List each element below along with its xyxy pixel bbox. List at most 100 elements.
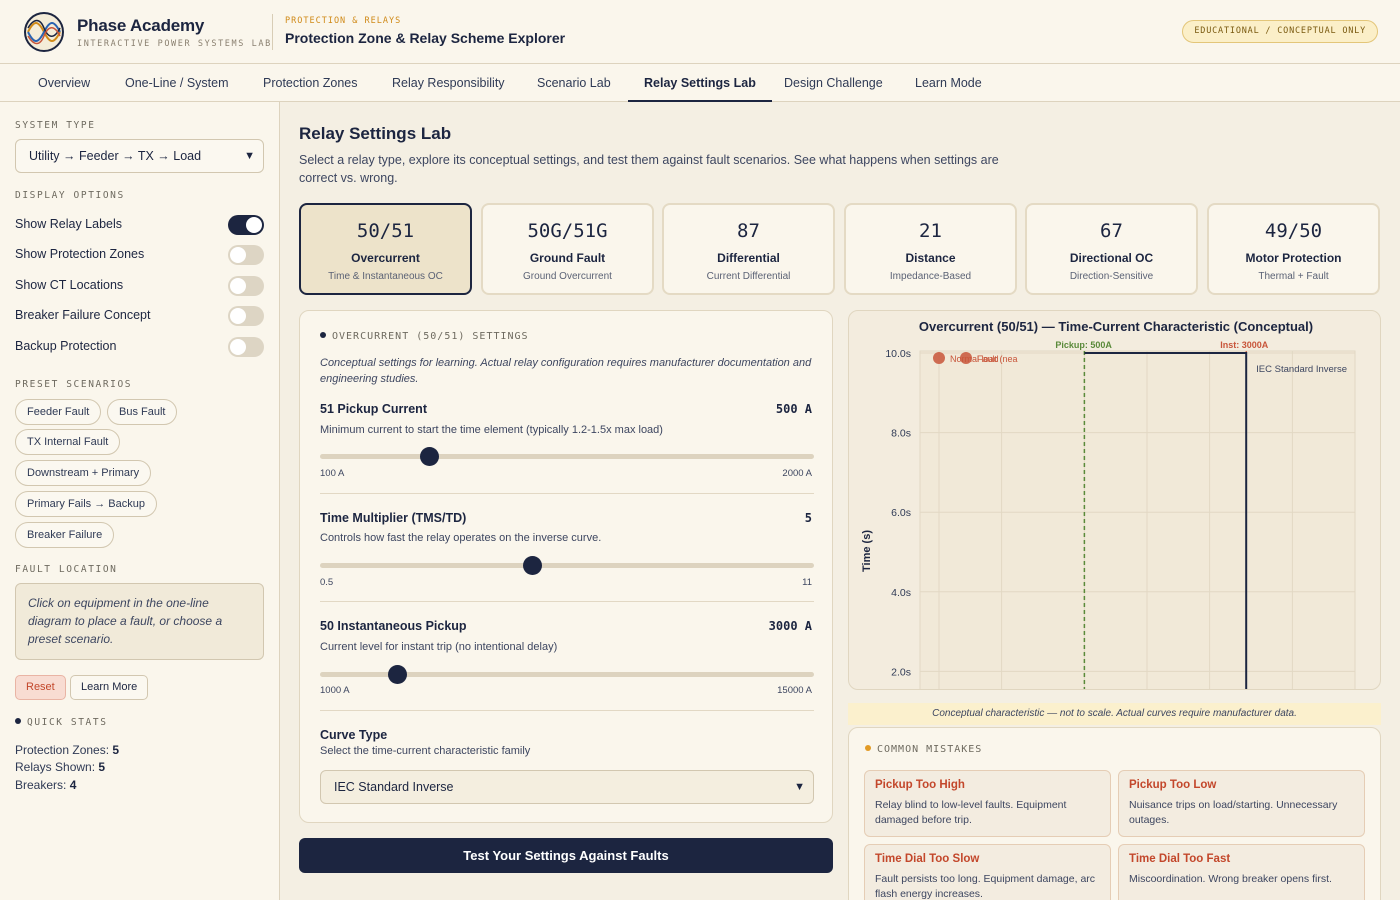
pickup-current-max: 2000 A bbox=[782, 468, 812, 479]
display-options-heading: DISPLAY OPTIONS bbox=[15, 190, 125, 201]
system-type-heading: SYSTEM TYPE bbox=[15, 120, 96, 131]
mistake-card: Pickup Too High Relay blind to low-level… bbox=[864, 770, 1111, 837]
system-type-select[interactable]: Utility → Feeder → TX → Load ▼ bbox=[15, 139, 264, 173]
stat-breakers: Breakers: 4 bbox=[15, 778, 76, 792]
chart-title: Overcurrent (50/51) — Time-Current Chara… bbox=[919, 319, 1313, 334]
relay-code: 67 bbox=[1100, 220, 1123, 242]
time-multiplier-slider[interactable] bbox=[320, 556, 814, 575]
mistake-title: Pickup Too High bbox=[875, 779, 965, 791]
relay-code: 50G/51G bbox=[527, 220, 608, 242]
y-tick-label: 10.0s bbox=[885, 348, 911, 360]
relay-card-50-51[interactable]: 50/51 Overcurrent Time & Instantaneous O… bbox=[299, 203, 472, 295]
relay-name: Overcurrent bbox=[351, 251, 420, 265]
stat-protection-zones: Protection Zones: 5 bbox=[15, 743, 119, 757]
educational-badge: EDUCATIONAL / CONCEPTUAL ONLY bbox=[1182, 20, 1378, 43]
tab-one-line-system[interactable]: One-Line / System bbox=[109, 64, 245, 102]
curve-type-select[interactable]: IEC Standard Inverse ▼ bbox=[320, 770, 814, 804]
relay-card-87[interactable]: 87 Differential Current Differential bbox=[662, 203, 835, 295]
pickup-current-slider[interactable] bbox=[320, 447, 814, 466]
pickup-current-min: 100 A bbox=[320, 468, 345, 479]
relay-subtitle: Thermal + Fault bbox=[1258, 271, 1329, 282]
relay-subtitle: Current Differential bbox=[706, 271, 791, 282]
relay-subtitle: Direction-Sensitive bbox=[1069, 271, 1154, 282]
toggle-backup-protection[interactable] bbox=[228, 337, 264, 357]
relay-card-50g-51g[interactable]: 50G/51G Ground Fault Ground Overcurrent bbox=[481, 203, 654, 295]
y-tick-label: 2.0s bbox=[891, 666, 911, 678]
app-header: Phase Academy INTERACTIVE POWER SYSTEMS … bbox=[0, 0, 1400, 64]
preset-bus-fault[interactable]: Bus Fault bbox=[107, 399, 178, 425]
page-heading: PROTECTION & RELAYS Protection Zone & Re… bbox=[285, 16, 565, 46]
relay-subtitle: Impedance-Based bbox=[889, 271, 972, 282]
time-multiplier-desc: Controls how fast the relay operates on … bbox=[320, 532, 602, 544]
system-type-value: Utility → Feeder → TX → Load bbox=[29, 149, 202, 163]
tab-scenario-lab[interactable]: Scenario Lab bbox=[521, 64, 627, 102]
mistake-card: Pickup Too Low Nuisance trips on load/st… bbox=[1118, 770, 1365, 837]
learn-more-button[interactable]: Learn More bbox=[70, 675, 149, 700]
stat-value: 5 bbox=[112, 743, 120, 757]
time-multiplier-max: 11 bbox=[802, 577, 812, 588]
common-mistakes-panel: COMMON MISTAKES Pickup Too High Relay bl… bbox=[848, 727, 1381, 900]
quick-stats-heading: QUICK STATS bbox=[15, 717, 108, 728]
time-multiplier-value: 5 bbox=[804, 511, 812, 525]
relay-name: Directional OC bbox=[1069, 251, 1154, 265]
slider-thumb[interactable] bbox=[387, 665, 407, 684]
quick-stats-label: QUICK STATS bbox=[27, 717, 108, 728]
relay-name: Differential bbox=[717, 251, 780, 265]
tab-relay-responsibility[interactable]: Relay Responsibility bbox=[376, 64, 521, 102]
chevron-down-icon: ▼ bbox=[794, 781, 805, 793]
slider-thumb[interactable] bbox=[419, 447, 439, 466]
tab-relay-settings-lab[interactable]: Relay Settings Lab bbox=[628, 64, 772, 102]
relay-code: 21 bbox=[919, 220, 942, 242]
preset-breaker-failure[interactable]: Breaker Failure bbox=[15, 522, 115, 548]
bullet-icon bbox=[320, 332, 326, 338]
toggle-relay-labels[interactable] bbox=[228, 215, 264, 235]
pickup-current-label: 51 Pickup Current bbox=[320, 402, 427, 416]
inst-pickup-label: 50 Instantaneous Pickup bbox=[320, 619, 467, 633]
stat-label: Protection Zones: bbox=[15, 743, 110, 757]
relay-code: 87 bbox=[737, 220, 760, 242]
toggle-knob bbox=[230, 278, 246, 294]
preset-downstream-primary[interactable]: Downstream + Primary bbox=[15, 460, 152, 486]
plot-area bbox=[919, 350, 1356, 689]
y-tick-label: 6.0s bbox=[891, 507, 911, 519]
inst-pickup-slider[interactable] bbox=[320, 665, 814, 684]
toggle-protection-zones[interactable] bbox=[228, 245, 264, 265]
relay-card-67[interactable]: 67 Directional OC Direction-Sensitive bbox=[1025, 203, 1198, 295]
tab-protection-zones[interactable]: Protection Zones bbox=[247, 64, 374, 102]
preset-feeder-fault[interactable]: Feeder Fault bbox=[15, 399, 102, 425]
relay-code: 49/50 bbox=[1264, 220, 1323, 242]
mistake-title: Time Dial Too Fast bbox=[1129, 853, 1231, 865]
option-label-ct-locations: Show CT Locations bbox=[15, 278, 124, 292]
inst-pickup-value: 3000 A bbox=[768, 619, 812, 633]
pickup-marker-label: Pickup: 500A bbox=[1055, 340, 1112, 350]
tab-design-challenge[interactable]: Design Challenge bbox=[768, 64, 899, 102]
relay-card-49-50[interactable]: 49/50 Motor Protection Thermal + Fault bbox=[1207, 203, 1380, 295]
operating-point bbox=[933, 352, 945, 364]
inst-pickup-desc: Current level for instant trip (no inten… bbox=[320, 641, 558, 653]
curve-type-label: Curve Type bbox=[320, 728, 388, 742]
tab-learn-mode[interactable]: Learn Mode bbox=[899, 64, 998, 102]
y-tick-label: 8.0s bbox=[891, 428, 911, 440]
toggle-breaker-failure[interactable] bbox=[228, 306, 264, 326]
common-mistakes-title-text: COMMON MISTAKES bbox=[877, 744, 983, 755]
pickup-current-value: 500 A bbox=[775, 402, 812, 416]
test-settings-button[interactable]: Test Your Settings Against Faults bbox=[299, 838, 833, 873]
curve-type-value: IEC Standard Inverse bbox=[334, 780, 454, 794]
inst-pickup-max: 15000 A bbox=[777, 685, 812, 696]
mistake-card: Time Dial Too Fast Miscoordination. Wron… bbox=[1118, 844, 1365, 900]
point-label-fault: Fault (nea bbox=[977, 354, 1018, 364]
tab-overview[interactable]: Overview bbox=[22, 64, 106, 102]
toggle-knob bbox=[230, 339, 246, 355]
preset-tx-internal-fault[interactable]: TX Internal Fault bbox=[15, 429, 121, 455]
reset-button[interactable]: Reset bbox=[15, 675, 66, 700]
stat-label: Breakers: bbox=[15, 778, 67, 792]
page-description: Select a relay type, explore its concept… bbox=[299, 153, 999, 185]
stat-relays-shown: Relays Shown: 5 bbox=[15, 760, 105, 774]
common-mistakes-title: COMMON MISTAKES bbox=[865, 744, 982, 755]
preset-primary-fails-backup[interactable]: Primary Fails → Backup bbox=[15, 491, 157, 517]
toggle-ct-locations[interactable] bbox=[228, 276, 264, 296]
option-label-relay-labels: Show Relay Labels bbox=[15, 217, 123, 231]
relay-card-21[interactable]: 21 Distance Impedance-Based bbox=[844, 203, 1017, 295]
slider-thumb[interactable] bbox=[523, 556, 543, 575]
mistake-desc: Miscoordination. Wrong breaker opens fir… bbox=[1129, 873, 1332, 885]
